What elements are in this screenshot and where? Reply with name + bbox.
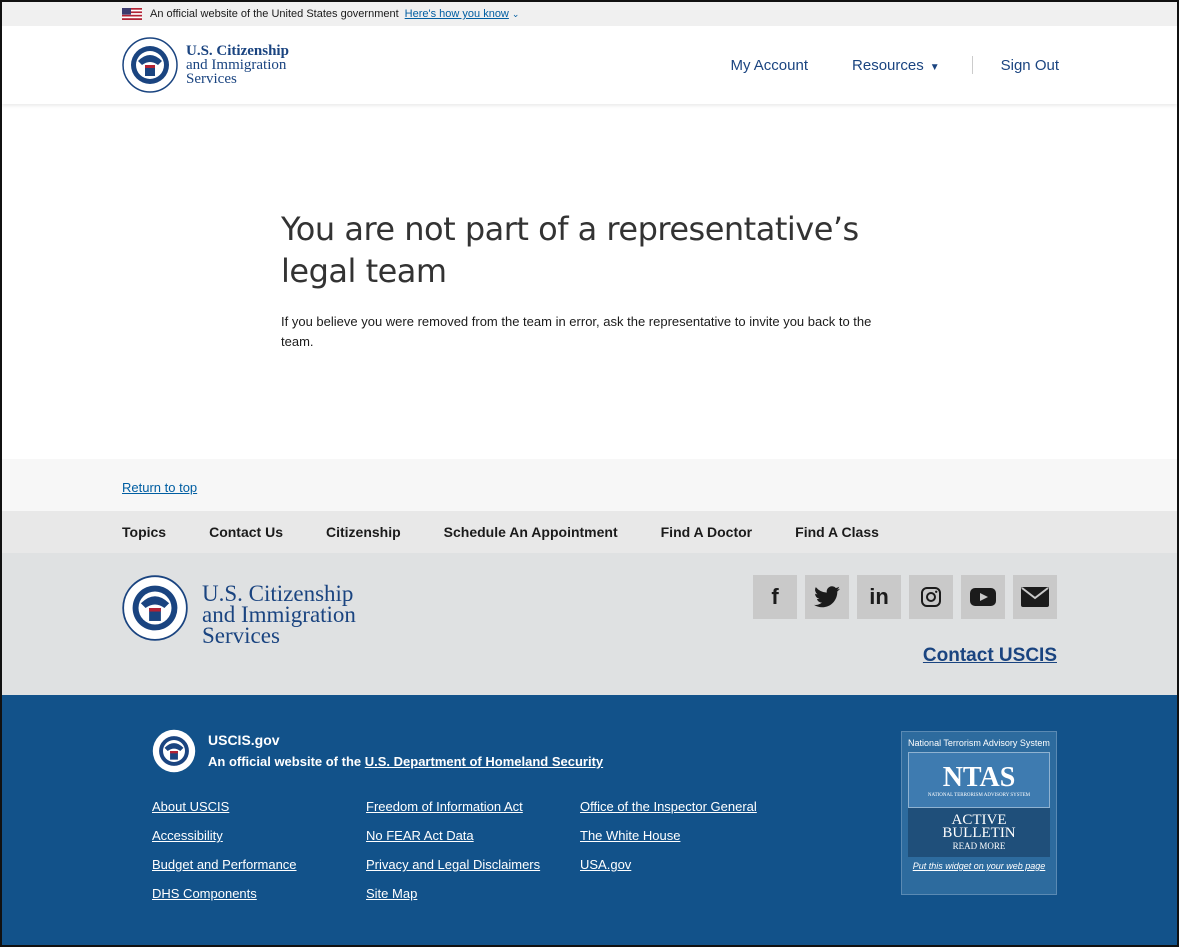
link-privacy[interactable]: Privacy and Legal Disclaimers xyxy=(366,857,548,886)
gov-banner: An official website of the United States… xyxy=(2,2,1177,26)
footer-logo-line-2: and Immigration xyxy=(202,602,356,627)
link-accessibility[interactable]: Accessibility xyxy=(152,828,334,857)
ntas-logo: NTAS NATIONAL TERRORISM ADVISORY SYSTEM xyxy=(908,752,1050,808)
identifier-text: USCIS.gov An official website of the U.S… xyxy=(208,729,603,773)
logo-line-2: and Immigration xyxy=(186,57,287,73)
ntas-logo-text: NTAS xyxy=(942,761,1016,793)
youtube-icon[interactable] xyxy=(961,575,1005,619)
gov-banner-text: An official website of the United States… xyxy=(150,8,399,20)
ntas-widget[interactable]: National Terrorism Advisory System NTAS … xyxy=(901,731,1057,895)
link-foia[interactable]: Freedom of Information Act xyxy=(366,799,548,828)
dhs-seal-icon xyxy=(122,575,188,641)
ntas-bulletin-label: BULLETIN xyxy=(942,825,1016,841)
page-message: If you believe you were removed from the… xyxy=(281,314,872,349)
ntas-widget-link[interactable]: Put this widget on your web page xyxy=(902,861,1056,871)
link-site-map[interactable]: Site Map xyxy=(366,886,548,915)
identifier-site: USCIS.gov xyxy=(208,732,280,748)
uscis-logo[interactable]: U.S. Citizenship and Immigration Service… xyxy=(122,37,289,93)
ntas-bulletin[interactable]: ACTIVE BULLETIN READ MORE xyxy=(908,808,1050,857)
page: An official website of the United States… xyxy=(0,0,1179,947)
email-icon[interactable] xyxy=(1013,575,1057,619)
return-to-top-bar: Return to top xyxy=(2,459,1177,511)
contact-uscis-link[interactable]: Contact USCIS xyxy=(923,645,1057,667)
heres-how-you-know-link[interactable]: Here's how you know xyxy=(405,8,509,20)
ntas-read-more[interactable]: READ MORE xyxy=(908,840,1050,853)
link-usa-gov[interactable]: USA.gov xyxy=(580,857,757,886)
linkedin-icon[interactable]: in xyxy=(857,575,901,619)
footer-nav-citizenship[interactable]: Citizenship xyxy=(326,524,401,540)
facebook-icon[interactable]: f xyxy=(753,575,797,619)
link-inspector-general[interactable]: Office of the Inspector General xyxy=(580,799,757,828)
logo-line-3: Services xyxy=(186,71,237,87)
link-budget-performance[interactable]: Budget and Performance xyxy=(152,857,334,886)
return-to-top-link[interactable]: Return to top xyxy=(122,480,197,495)
twitter-icon[interactable] xyxy=(805,575,849,619)
identifier-official: An official website of the U.S. Departme… xyxy=(208,751,603,773)
link-about-uscis[interactable]: About USCIS xyxy=(152,799,334,828)
footer-logo-band: U.S. Citizenship and Immigration Service… xyxy=(2,553,1177,695)
footer-nav-topics[interactable]: Topics xyxy=(122,524,166,540)
chevron-down-icon[interactable]: ⌄ xyxy=(512,9,520,20)
dhs-link[interactable]: U.S. Department of Homeland Security xyxy=(365,754,603,769)
footer-logo-line-1: U.S. Citizenship xyxy=(202,581,354,606)
link-no-fear-act[interactable]: No FEAR Act Data xyxy=(366,828,548,857)
dhs-seal-icon[interactable] xyxy=(152,729,196,773)
nav-resources[interactable]: Resources ▼ xyxy=(852,57,940,74)
us-flag-icon xyxy=(122,8,142,20)
nav-my-account[interactable]: My Account xyxy=(730,57,808,74)
main-content: You are not part of a representative’s l… xyxy=(2,104,1177,459)
footer-links-col-2: Freedom of Information Act No FEAR Act D… xyxy=(366,799,548,915)
link-dhs-components[interactable]: DHS Components xyxy=(152,886,334,915)
primary-nav: My Account Resources ▼ Sign Out xyxy=(686,56,1059,74)
social-links: f in xyxy=(745,575,1057,619)
footer-identifier: USCIS.gov An official website of the U.S… xyxy=(2,695,1177,945)
instagram-icon[interactable] xyxy=(909,575,953,619)
footer-nav-schedule-appointment[interactable]: Schedule An Appointment xyxy=(444,524,618,540)
footer-logo-line-3: Services xyxy=(202,623,280,648)
footer-nav-contact-us[interactable]: Contact Us xyxy=(209,524,283,540)
footer-links-col-3: Office of the Inspector General The Whit… xyxy=(580,799,757,915)
footer-nav: Topics Contact Us Citizenship Schedule A… xyxy=(2,511,1177,553)
footer-nav-find-a-doctor[interactable]: Find A Doctor xyxy=(661,524,753,540)
footer-links-col-1: About USCIS Accessibility Budget and Per… xyxy=(152,799,334,915)
footer-logo-text: U.S. Citizenship and Immigration Service… xyxy=(202,581,356,648)
nav-divider xyxy=(971,56,973,74)
caret-down-icon: ▼ xyxy=(929,61,940,73)
footer-nav-find-a-class[interactable]: Find A Class xyxy=(795,524,879,540)
ntas-title: National Terrorism Advisory System xyxy=(908,738,1050,748)
dhs-seal-icon xyxy=(122,37,178,93)
ntas-logo-sub: NATIONAL TERRORISM ADVISORY SYSTEM xyxy=(927,792,1031,798)
site-header: U.S. Citizenship and Immigration Service… xyxy=(2,26,1177,104)
identifier-prefix: An official website of the xyxy=(208,754,362,769)
logo-line-1: U.S. Citizenship xyxy=(186,43,289,59)
footer-uscis-logo[interactable]: U.S. Citizenship and Immigration Service… xyxy=(122,575,356,695)
nav-sign-out[interactable]: Sign Out xyxy=(1001,57,1059,74)
link-white-house[interactable]: The White House xyxy=(580,828,757,857)
logo-text: U.S. Citizenship and Immigration Service… xyxy=(186,43,289,87)
nav-resources-label: Resources xyxy=(852,56,924,74)
page-heading: You are not part of a representative’s l… xyxy=(281,210,859,290)
